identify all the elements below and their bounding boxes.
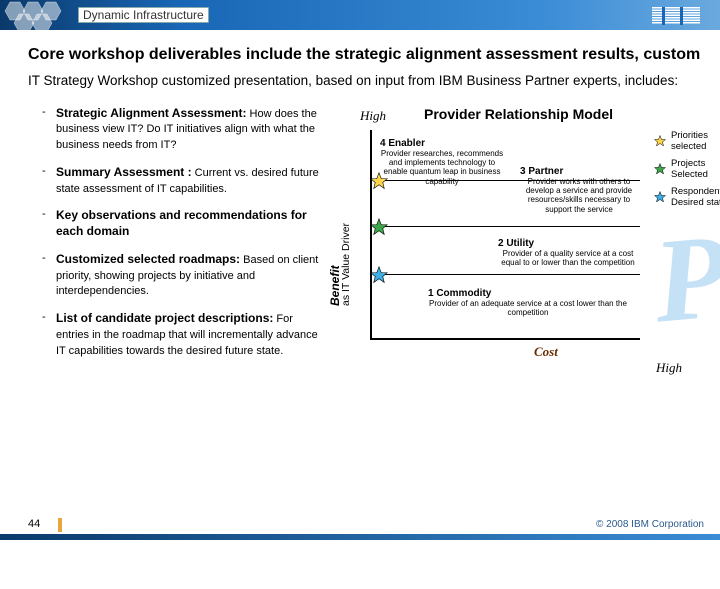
legend-item: Priorities selected (654, 130, 720, 152)
list-item: Strategic Alignment Assessment: How does… (42, 100, 324, 159)
ibm-logo (652, 7, 700, 30)
quadrant-partner: 3 PartnerProvider works with others to d… (520, 166, 638, 214)
x-axis-label: Cost (534, 344, 558, 360)
slide-subtitle: IT Strategy Workshop customized presenta… (0, 70, 720, 96)
section-name: Dynamic Infrastructure (78, 7, 209, 23)
quadrant-commodity: 1 CommodityProvider of an adequate servi… (428, 288, 628, 318)
page-number-accent (58, 518, 62, 532)
list-item: List of candidate project descriptions: … (42, 305, 324, 364)
legend-item: Projects Selected (654, 158, 720, 180)
list-item: Summary Assessment : Current vs. desired… (42, 159, 324, 203)
chart-plot-area: 4 EnablerProvider researches, recommends… (370, 130, 640, 340)
top-bar: Dynamic Infrastructure (0, 0, 720, 30)
star-icon (654, 135, 666, 147)
x-axis-high: High (656, 360, 682, 376)
copyright-text: © 2008 IBM Corporation (596, 519, 704, 530)
bullet-list: Strategic Alignment Assessment: How does… (12, 100, 324, 400)
chart-panel: P L E High Provider Relationship Model B… (324, 100, 720, 400)
list-item: Key observations and recommendations for… (42, 202, 324, 246)
provider-relationship-chart: High Provider Relationship Model Benefit… (334, 108, 704, 378)
y-axis-high: High (360, 108, 386, 124)
slide-title: Core workshop deliverables include the s… (0, 30, 720, 70)
quadrant-enabler: 4 EnablerProvider researches, recommends… (380, 138, 504, 186)
chart-title: Provider Relationship Model (424, 106, 613, 122)
star-icon (654, 191, 666, 203)
quadrant-utility: 2 UtilityProvider of a quality service a… (498, 238, 638, 268)
star-marker-icon (370, 266, 388, 284)
page-number: 44 (28, 518, 40, 530)
legend-item: Respondents Desired state (654, 186, 720, 208)
footer: 44 © 2008 IBM Corporation (0, 514, 720, 540)
star-marker-icon (370, 172, 388, 190)
list-item: Customized selected roadmaps: Based on c… (42, 246, 324, 305)
y-axis-label: Benefit as IT Value Driver (328, 222, 352, 305)
footer-accent-bar (0, 534, 720, 540)
star-marker-icon (370, 218, 388, 236)
chart-legend: Priorities selected Projects Selected Re… (654, 130, 720, 214)
star-icon (654, 163, 666, 175)
